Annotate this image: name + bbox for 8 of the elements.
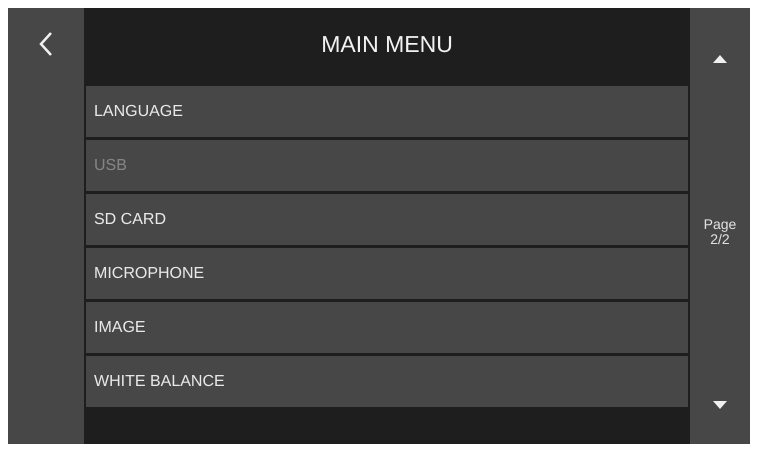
menu-item[interactable]: WHITE BALANCE xyxy=(86,356,688,407)
menu-item[interactable]: SD CARD xyxy=(86,194,688,245)
menu-item[interactable]: MICROPHONE xyxy=(86,248,688,299)
menu-item[interactable]: LANGUAGE xyxy=(86,86,688,137)
menu-item[interactable]: IMAGE xyxy=(86,302,688,353)
page-number: 2/2 xyxy=(710,232,730,247)
page-label: Page xyxy=(704,217,736,232)
menu-title: MAIN MENU xyxy=(321,30,453,58)
